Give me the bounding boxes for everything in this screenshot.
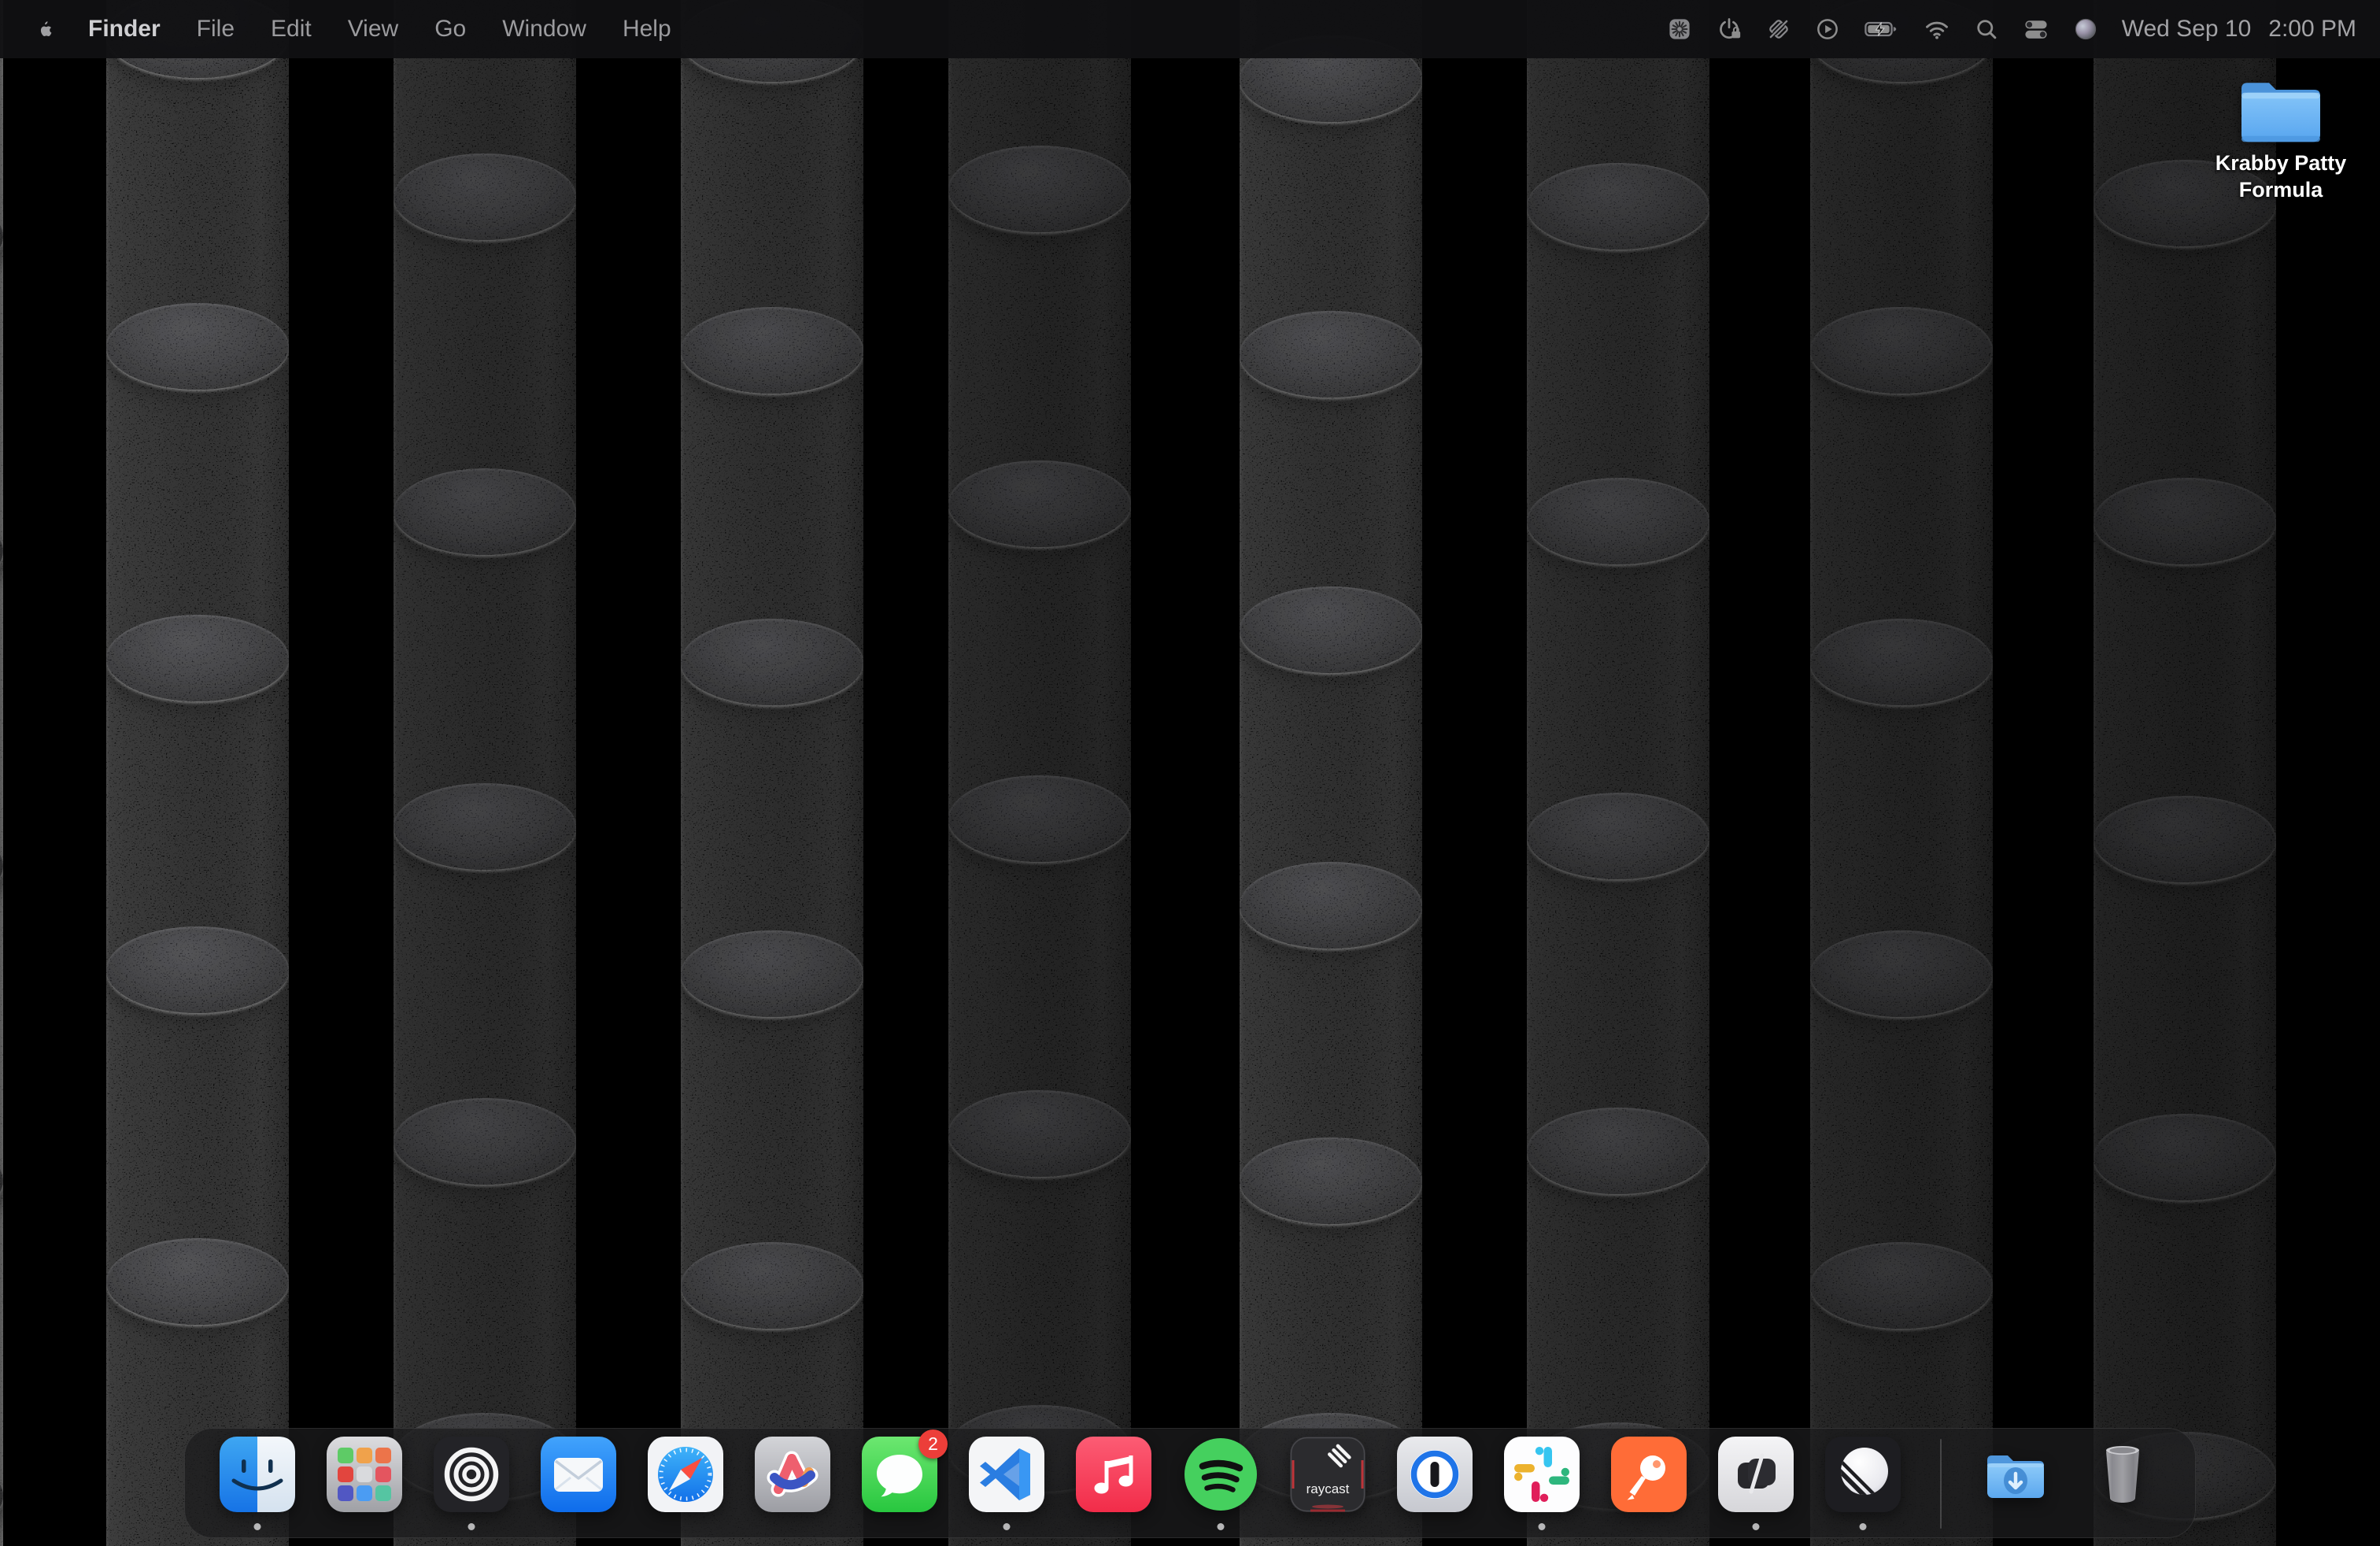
- wallpaper-column: [1240, 0, 1422, 1546]
- menu-file[interactable]: File: [197, 16, 235, 42]
- menu-go[interactable]: Go: [434, 16, 466, 42]
- menu-bar: Finder File Edit View Go Window Help Wed Sep 1…: [0, 0, 2380, 58]
- dock-item-finder[interactable]: [220, 1437, 295, 1512]
- battery-charging-icon[interactable]: [1864, 17, 1900, 42]
- clock-time: 2:00 PM: [2268, 16, 2356, 43]
- menu-bar-clock[interactable]: Wed Sep 10 2:00 PM: [2122, 16, 2356, 43]
- apple-menu[interactable]: [35, 18, 54, 41]
- running-indicator: [1860, 1523, 1867, 1530]
- dock-item-spotify[interactable]: [1183, 1437, 1258, 1512]
- dock-item-postman[interactable]: [1611, 1437, 1687, 1512]
- dock-item-apple-music[interactable]: [1076, 1437, 1151, 1512]
- dock-item-arc[interactable]: [755, 1437, 830, 1512]
- wallpaper-column: [948, 0, 1131, 1546]
- dock-item-raycast[interactable]: raycast: [1290, 1437, 1366, 1512]
- wallpaper-column: [106, 0, 289, 1546]
- dock-item-launchpad[interactable]: [327, 1437, 402, 1512]
- burst-icon[interactable]: [1667, 17, 1692, 42]
- blue-folder-icon: [2234, 71, 2328, 148]
- dock-item-slack[interactable]: [1504, 1437, 1580, 1512]
- menu-bar-status-area: Wed Sep 10 2:00 PM: [1667, 16, 2380, 43]
- dock-item-opal[interactable]: [434, 1437, 509, 1512]
- svg-text:raycast: raycast: [1306, 1481, 1350, 1496]
- now-playing-icon[interactable]: [1815, 17, 1840, 42]
- app-menus: Finder File Edit View Go Window Help: [88, 16, 708, 43]
- dock-item-mail[interactable]: [541, 1437, 616, 1512]
- dock-item-vscode[interactable]: [969, 1437, 1044, 1512]
- wallpaper-column: [1527, 0, 1709, 1546]
- menu-finder[interactable]: Finder: [88, 16, 161, 42]
- menu-bar-left: Finder File Edit View Go Window Help: [0, 16, 708, 43]
- dock-item-messages[interactable]: 2: [862, 1437, 937, 1512]
- desktop: Finder File Edit View Go Window Help Wed Sep 1…: [0, 0, 2380, 1546]
- running-indicator: [1753, 1523, 1760, 1530]
- status-icons: [1667, 17, 2098, 42]
- menu-window[interactable]: Window: [502, 16, 586, 42]
- clock-date: Wed Sep 10: [2122, 16, 2252, 43]
- notification-badge: 2: [918, 1429, 948, 1459]
- spotlight-icon[interactable]: [1974, 17, 1999, 42]
- wallpaper-column: [2094, 0, 2276, 1546]
- wallpaper-column: [0, 0, 3, 1546]
- wallpaper-column: [681, 0, 863, 1546]
- menu-edit[interactable]: Edit: [271, 16, 312, 42]
- running-indicator: [468, 1523, 475, 1530]
- siri-icon[interactable]: [2073, 17, 2098, 42]
- dock-item-safari[interactable]: [648, 1437, 723, 1512]
- dock-divider: [1940, 1439, 1942, 1529]
- dock-item-trash[interactable]: [2085, 1437, 2160, 1512]
- dock-item-1password[interactable]: [1397, 1437, 1473, 1512]
- power-lock-icon[interactable]: [1716, 17, 1743, 42]
- wallpaper: [0, 0, 2380, 1546]
- wifi-icon[interactable]: [1924, 17, 1950, 42]
- dock-item-linear[interactable]: [1825, 1437, 1901, 1512]
- control-center-icon[interactable]: [2023, 17, 2049, 42]
- dock-item-dia[interactable]: [1718, 1437, 1794, 1512]
- wallpaper-column: [394, 0, 576, 1546]
- apple-logo-icon: [35, 18, 54, 41]
- dock: 2 raycast: [184, 1428, 2196, 1538]
- running-indicator: [1539, 1523, 1546, 1530]
- desktop-folder-krabby-patty-formula[interactable]: Krabby Patty Formula: [2213, 71, 2349, 203]
- wallpaper-column: [1810, 0, 1993, 1546]
- menu-view[interactable]: View: [348, 16, 398, 42]
- running-indicator: [1003, 1523, 1011, 1530]
- dock-item-downloads-folder[interactable]: [1978, 1437, 2053, 1512]
- folder-label: Krabby Patty Formula: [2213, 150, 2349, 203]
- menu-help[interactable]: Help: [623, 16, 671, 42]
- running-indicator: [1218, 1523, 1225, 1530]
- running-indicator: [254, 1523, 261, 1530]
- striped-slash-icon[interactable]: [1766, 17, 1791, 42]
